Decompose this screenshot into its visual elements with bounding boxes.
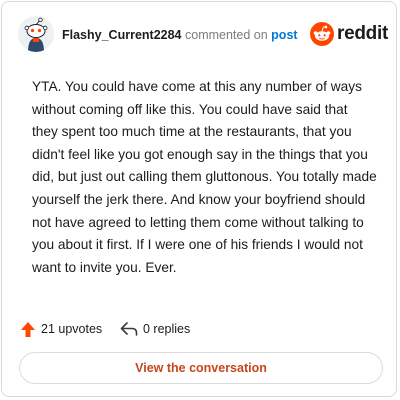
comment-header: Flashy_Current2284 commented on post red… (18, 16, 388, 56)
reddit-wordmark: reddit (337, 23, 388, 44)
post-link[interactable]: post (271, 28, 297, 42)
reply-arrow-icon (120, 322, 138, 336)
comment-body: YTA. You could have come at this any num… (32, 79, 377, 275)
reddit-brand[interactable]: reddit (310, 22, 388, 46)
comment-byline: Flashy_Current2284 commented on post (62, 27, 298, 43)
upvote-arrow-icon (21, 321, 35, 337)
reddit-logo-icon (310, 22, 334, 46)
view-conversation-button[interactable]: View the conversation (19, 352, 383, 384)
snoo-avatar[interactable] (18, 16, 54, 52)
comment-stats: 21 upvotes 0 replies (20, 319, 380, 339)
replies-count: 0 replies (143, 322, 191, 336)
comment-card: Flashy_Current2284 commented on post red… (1, 1, 397, 397)
action-text: commented on (185, 28, 268, 42)
upvotes-stat[interactable]: 21 upvotes (20, 319, 102, 339)
upvotes-count: 21 upvotes (41, 322, 103, 336)
username-link[interactable]: Flashy_Current2284 (62, 28, 182, 42)
replies-stat[interactable]: 0 replies (120, 319, 190, 339)
